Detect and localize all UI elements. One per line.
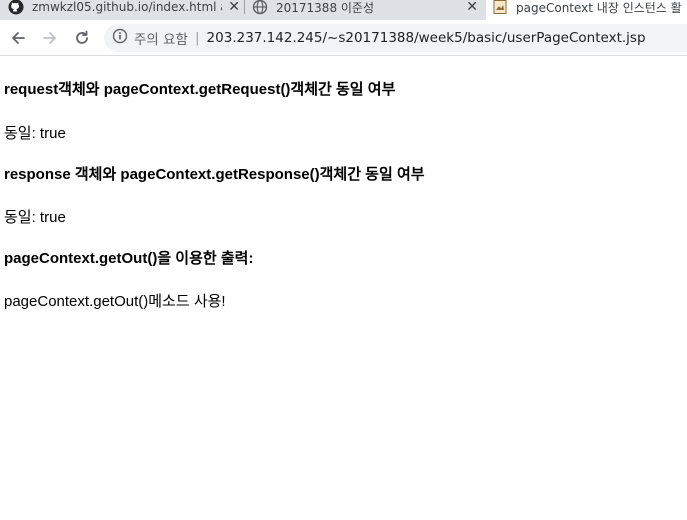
back-button[interactable] [6,26,30,50]
tab-divider [244,0,245,14]
globe-icon [252,0,268,15]
tab-strip: zmwkzl05.github.io/index.html a ✕ 201713… [0,0,687,20]
info-icon[interactable] [112,28,128,48]
tab-label: zmwkzl05.github.io/index.html a [32,0,223,14]
tab-active[interactable]: pageContext 내장 인스턴스 활 [486,0,687,20]
security-status[interactable]: 주의 요함 [134,28,188,48]
url-text[interactable]: 203.237.142.245/~s20171388/week5/basic/u… [207,30,646,46]
close-icon[interactable]: ✕ [466,0,478,15]
reload-icon [76,30,88,44]
tab-label: 20171388 이준성 [276,0,375,15]
getout-heading: pageContext.getOut()을 이용한 출력: [4,250,254,267]
arrow-left-icon [12,32,25,44]
reload-button[interactable] [70,26,94,50]
omnibox-divider: | [194,30,200,46]
response-comparison-heading: response 객체와 pageContext.getResponse()객체… [4,166,425,183]
getout-output: pageContext.getOut()메소드 사용! [4,293,226,310]
request-comparison-heading: request객체와 pageContext.getRequest()객체간 동… [4,81,396,98]
arrow-right-icon [43,32,56,44]
tab-github[interactable]: zmwkzl05.github.io/index.html a ✕ [8,0,240,20]
tab-label: pageContext 내장 인스턴스 활 [516,0,682,15]
response-comparison-result: 동일: true [4,209,66,226]
address-bar[interactable]: 주의 요함 | 203.237.142.245/~s20171388/week5… [104,24,687,52]
forward-button[interactable] [38,26,62,50]
request-comparison-result: 동일: true [4,125,66,142]
browser-toolbar: 주의 요함 | 203.237.142.245/~s20171388/week5… [0,20,687,56]
page-icon [492,0,508,15]
github-icon [8,0,24,15]
close-icon[interactable]: ✕ [228,0,240,15]
tab-student[interactable]: 20171388 이준성 ✕ [252,0,478,20]
